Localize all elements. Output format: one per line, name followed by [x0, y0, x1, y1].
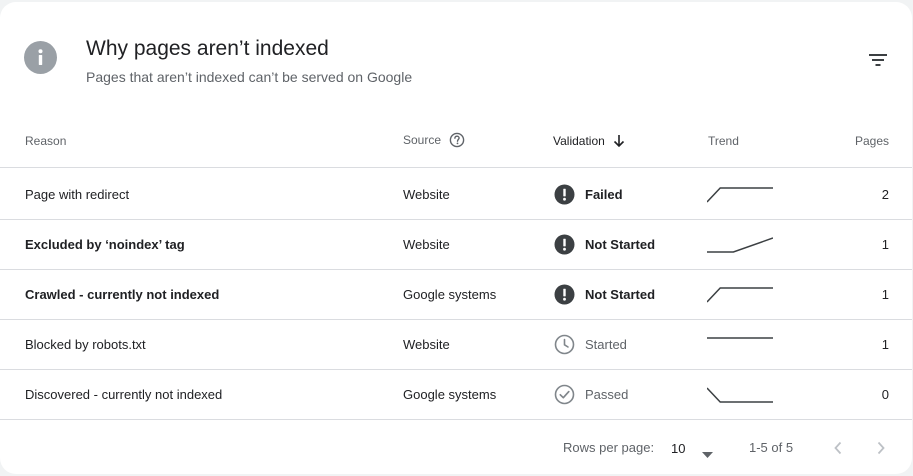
trend-sparkline [707, 236, 773, 253]
row-reason: Blocked by robots.txt [25, 337, 146, 352]
alert-icon [554, 234, 575, 255]
row-trend [707, 170, 773, 219]
table-row[interactable]: Blocked by robots.txt Website Started 1 [0, 320, 912, 370]
row-trend [707, 270, 773, 319]
column-header-trend: Trend [708, 134, 739, 148]
table-row[interactable]: Discovered - currently not indexed Google… [0, 370, 912, 420]
clock-icon [554, 334, 575, 355]
row-reason: Discovered - currently not indexed [25, 387, 223, 402]
previous-page-button[interactable] [824, 434, 852, 462]
row-pages-count: 0 [881, 387, 889, 402]
row-validation: Not Started [554, 270, 655, 319]
column-header-pages[interactable]: Pages [855, 134, 889, 148]
row-reason: Page with redirect [25, 187, 130, 202]
validation-status-text: Failed [585, 187, 623, 202]
next-page-button[interactable] [867, 434, 895, 462]
alert-icon [554, 284, 575, 305]
rows-per-page-value: 10 [671, 440, 686, 456]
row-validation: Started [554, 320, 627, 369]
column-header-reason[interactable]: Reason [25, 134, 66, 148]
alert-icon [554, 184, 575, 205]
row-source: Website [403, 187, 450, 202]
row-source: Website [403, 237, 450, 252]
help-icon[interactable] [449, 132, 465, 148]
pagination-range: 1-5 of 5 [749, 440, 794, 455]
row-trend [707, 320, 773, 369]
rows-per-page-label: Rows per page: [563, 440, 655, 455]
column-header-validation[interactable]: Validation [553, 134, 625, 148]
sort-arrow-down-icon [613, 134, 625, 148]
chevron-right-icon [876, 441, 886, 455]
validation-status-text: Passed [585, 387, 629, 402]
row-trend [707, 220, 773, 269]
rows-per-page-select[interactable]: 10 [671, 434, 721, 462]
validation-status-text: Not Started [585, 237, 656, 252]
trend-sparkline [707, 336, 773, 339]
validation-status-text: Started [585, 337, 627, 352]
filter-icon [868, 50, 888, 70]
column-header-source[interactable]: Source [403, 132, 465, 148]
row-source: Google systems [403, 387, 497, 402]
chevron-left-icon [833, 441, 843, 455]
table-header: Reason Source Validation Trend Pages [0, 114, 912, 168]
dropdown-arrow-icon [702, 445, 713, 463]
card-title: Why pages aren’t indexed [86, 37, 329, 60]
pagination-footer: Rows per page: 10 1-5 of 5 [0, 420, 912, 474]
row-validation: Passed [554, 370, 628, 419]
row-pages-count: 1 [881, 237, 889, 252]
table-row[interactable]: Crawled - currently not indexed Google sy… [0, 270, 912, 320]
validation-status-text: Not Started [585, 287, 656, 302]
row-pages-count: 1 [881, 287, 889, 302]
row-pages-count: 1 [881, 337, 889, 352]
row-trend [707, 370, 773, 419]
info-icon [24, 41, 57, 74]
table-row[interactable]: Page with redirect Website Failed 2 [0, 170, 912, 220]
filter-button[interactable] [860, 42, 896, 78]
row-source: Website [403, 337, 450, 352]
trend-sparkline [707, 286, 773, 303]
index-coverage-card: Why pages aren’t indexed Pages that aren… [0, 2, 912, 474]
row-validation: Failed [554, 170, 623, 219]
trend-sparkline [707, 186, 773, 203]
table-row[interactable]: Excluded by ‘noindex’ tag Website Not Star… [0, 220, 912, 270]
row-reason: Crawled - currently not indexed [25, 287, 220, 302]
row-pages-count: 2 [881, 187, 889, 202]
trend-sparkline [707, 386, 773, 403]
row-source: Google systems [403, 287, 497, 302]
row-validation: Not Started [554, 220, 655, 269]
check-circle-icon [554, 384, 575, 405]
row-reason: Excluded by ‘noindex’ tag [25, 237, 185, 252]
card-subtitle: Pages that aren’t indexed can’t be serve… [86, 69, 413, 85]
